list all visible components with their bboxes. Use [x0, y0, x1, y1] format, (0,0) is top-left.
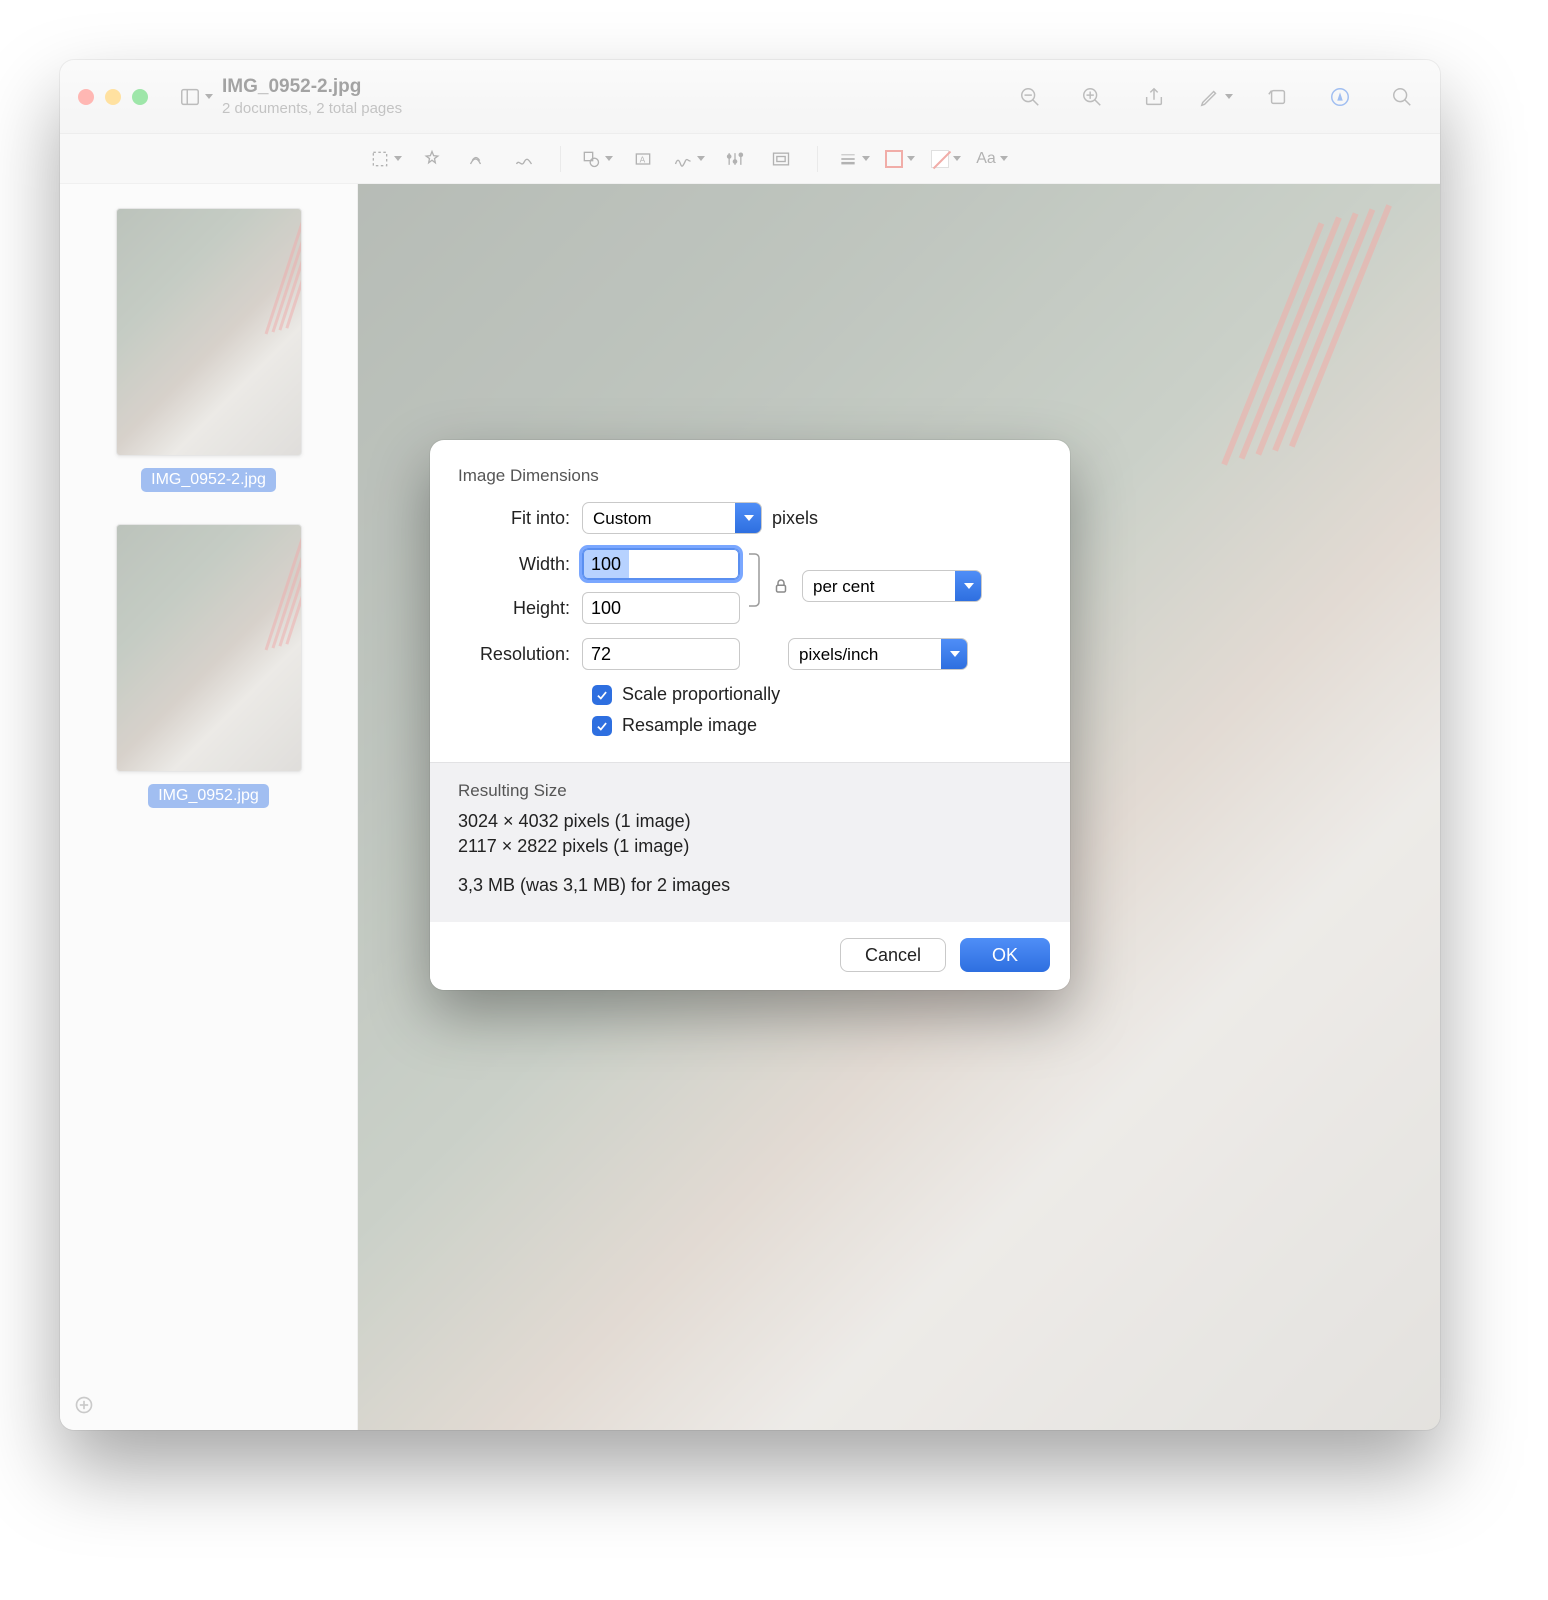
ok-button[interactable]: OK [960, 938, 1050, 972]
fit-into-label: Fit into: [458, 508, 582, 529]
resolution-unit-select[interactable]: pixels/inch [788, 638, 968, 670]
resulting-size-section: Resulting Size 3024 × 4032 pixels (1 ima… [430, 762, 1070, 922]
wh-unit-select[interactable]: per cent [802, 570, 982, 602]
width-label: Width: [458, 554, 582, 575]
fit-into-select[interactable]: Custom [582, 502, 762, 534]
result-line-2: 2117 × 2822 pixels (1 image) [458, 836, 1042, 857]
result-line-1: 3024 × 4032 pixels (1 image) [458, 811, 1042, 832]
height-input[interactable] [582, 592, 740, 624]
result-line-3: 3,3 MB (was 3,1 MB) for 2 images [458, 875, 1042, 896]
resolution-input[interactable] [582, 638, 740, 670]
adjust-size-dialog: Image Dimensions Fit into: Custom pixels… [430, 440, 1070, 990]
lock-icon[interactable] [770, 575, 792, 597]
scale-proportionally-label: Scale proportionally [622, 684, 780, 705]
link-bracket-icon [746, 550, 768, 610]
resolution-label: Resolution: [458, 644, 582, 665]
dialog-section-title: Image Dimensions [458, 466, 1042, 486]
resulting-size-title: Resulting Size [458, 781, 1042, 801]
scale-proportionally-checkbox[interactable] [592, 685, 612, 705]
resample-image-label: Resample image [622, 715, 757, 736]
fit-into-unit: pixels [772, 508, 818, 529]
cancel-button[interactable]: Cancel [840, 938, 946, 972]
resample-image-checkbox[interactable] [592, 716, 612, 736]
width-input[interactable] [582, 548, 740, 580]
app-window: IMG_0952-2.jpg 2 documents, 2 total page… [60, 60, 1440, 1430]
height-label: Height: [458, 598, 582, 619]
